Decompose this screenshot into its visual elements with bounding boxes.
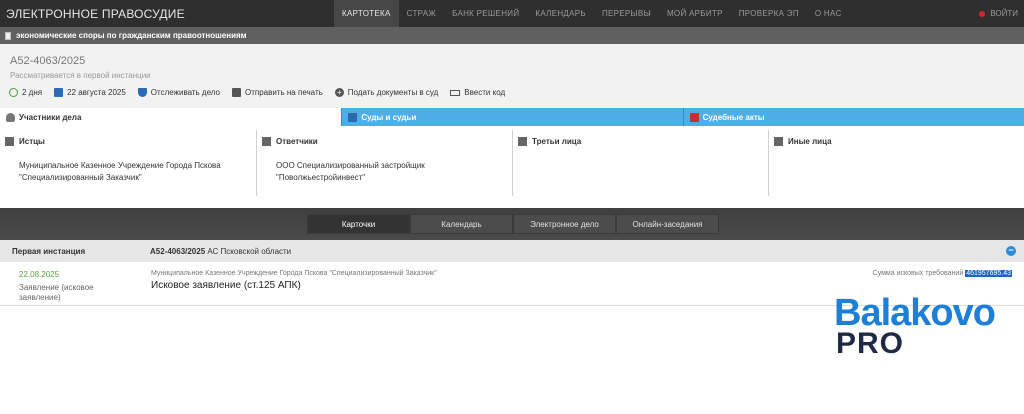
defendants-column: Ответчики ООО Специализированный застрой… bbox=[256, 130, 512, 196]
login-link[interactable]: ВОЙТИ bbox=[979, 0, 1018, 27]
document-icon bbox=[5, 31, 11, 40]
tab-participants-label: Участники дела bbox=[19, 112, 82, 122]
printer-icon bbox=[232, 88, 241, 97]
other-parties-heading: Иные лица bbox=[774, 137, 832, 146]
tab-acts-label: Судебные акты bbox=[702, 112, 765, 122]
plaintiff-name[interactable]: Муниципальное Казенное Учреждение Города… bbox=[19, 160, 244, 184]
nav-strazh[interactable]: СТРАЖ bbox=[399, 0, 444, 27]
tab-participants[interactable]: Участники дела bbox=[0, 108, 342, 126]
days-label: 2 дня bbox=[22, 88, 43, 97]
claim-sum: Сумма исковых требований 461957695.43 bbox=[873, 270, 1012, 277]
nav-signature-check[interactable]: ПРОВЕРКА ЭП bbox=[731, 0, 807, 27]
watermark-bottom: PRO bbox=[836, 327, 905, 360]
calendar-icon bbox=[54, 88, 64, 97]
keyboard-icon bbox=[450, 89, 461, 96]
category-label: экономические споры по гражданским право… bbox=[16, 31, 247, 40]
case-actions: 2 дня 22 августа 2025 Отслеживать дело О… bbox=[9, 88, 517, 97]
print-button[interactable]: Отправить на печать bbox=[232, 88, 323, 97]
document-pdf-icon bbox=[689, 112, 699, 122]
instance-court: АС Псковской области bbox=[207, 247, 292, 256]
top-nav: ЭЛЕКТРОННОЕ ПРАВОСУДИЕ КАРТОТЕКА СТРАЖ Б… bbox=[0, 0, 1024, 27]
defendants-label: Ответчики bbox=[276, 137, 318, 146]
nav-breaks[interactable]: ПЕРЕРЫВЫ bbox=[594, 0, 659, 27]
nav-calendar[interactable]: КАЛЕНДАРЬ bbox=[527, 0, 594, 27]
plaintiffs-label: Истцы bbox=[19, 137, 45, 146]
entry-party: Муниципальное Казенное Учреждение Города… bbox=[151, 270, 437, 277]
plus-icon: + bbox=[334, 88, 344, 97]
tab-electronic-case[interactable]: Электронное дело bbox=[513, 214, 616, 234]
collapse-icon[interactable]: − bbox=[1006, 246, 1016, 256]
enter-code-button[interactable]: Ввести код bbox=[450, 88, 505, 97]
instance-header[interactable]: Первая инстанция А52-4063/2025 АС Псковс… bbox=[0, 240, 1024, 262]
view-tabs: Карточки Календарь Электронное дело Онла… bbox=[307, 214, 719, 234]
nav-my-arbiter[interactable]: МОЙ АРБИТР bbox=[659, 0, 731, 27]
login-label: ВОЙТИ bbox=[990, 9, 1018, 18]
enter-code-label: Ввести код bbox=[464, 88, 506, 97]
submit-documents-button[interactable]: + Подать документы в суд bbox=[334, 88, 439, 97]
third-parties-column: Третьи лица bbox=[512, 130, 768, 196]
defendants-heading: Ответчики bbox=[262, 137, 318, 146]
case-date: 22 августа 2025 bbox=[54, 88, 126, 97]
instance-case-number: А52-4063/2025 bbox=[150, 247, 206, 256]
claim-sum-label: Сумма исковых требований bbox=[872, 270, 964, 277]
login-dot-icon bbox=[979, 10, 986, 17]
brand-logo[interactable]: ЭЛЕКТРОННОЕ ПРАВОСУДИЕ bbox=[0, 7, 334, 21]
swords-icon bbox=[5, 137, 14, 146]
third-parties-label: Третьи лица bbox=[532, 137, 582, 146]
shield-icon bbox=[262, 137, 271, 146]
submit-documents-label: Подать документы в суд bbox=[347, 88, 439, 97]
entry-title[interactable]: Исковое заявление (ст.125 АПК) bbox=[151, 280, 301, 291]
court-icon bbox=[348, 112, 358, 122]
shield-icon bbox=[137, 88, 147, 97]
tab-calendar[interactable]: Календарь bbox=[410, 214, 513, 234]
other-parties-label: Иные лица bbox=[788, 137, 832, 146]
case-date-label: 22 августа 2025 bbox=[67, 88, 126, 97]
track-case-label: Отслеживать дело bbox=[150, 88, 220, 97]
tab-courts-judges[interactable]: Суды и судьи bbox=[341, 108, 683, 126]
instance-title: Первая инстанция bbox=[12, 247, 86, 256]
tab-courts-label: Суды и судьи bbox=[361, 112, 417, 122]
entry-type: Заявление (исковое заявление) bbox=[19, 283, 94, 302]
plaintiffs-column: Истцы Муниципальное Казенное Учреждение … bbox=[0, 130, 256, 196]
tab-cards[interactable]: Карточки bbox=[307, 214, 410, 234]
defendant-name[interactable]: ООО Специализированный застройщик "Повол… bbox=[276, 160, 501, 184]
person-icon bbox=[774, 137, 783, 146]
participants-panel: Истцы Муниципальное Казенное Учреждение … bbox=[0, 130, 1024, 202]
tab-online-hearings[interactable]: Онлайн-заседания bbox=[616, 214, 719, 234]
tab-judicial-acts[interactable]: Судебные акты bbox=[682, 108, 1024, 126]
building-icon bbox=[518, 137, 527, 146]
cards-toolbar: Карточки Календарь Электронное дело Онла… bbox=[0, 208, 1024, 240]
case-number: А52-4063/2025 bbox=[10, 55, 86, 67]
case-stage: Рассматривается в первой инстанции bbox=[10, 71, 151, 80]
nav-about[interactable]: О НАС bbox=[807, 0, 850, 27]
entry-date: 22.08.2025 bbox=[19, 270, 60, 279]
main-nav: КАРТОТЕКА СТРАЖ БАНК РЕШЕНИЙ КАЛЕНДАРЬ П… bbox=[334, 0, 850, 27]
case-header: А52-4063/2025 Рассматривается в первой и… bbox=[0, 44, 1024, 108]
track-case-button[interactable]: Отслеживать дело bbox=[137, 88, 220, 97]
third-parties-heading: Третьи лица bbox=[518, 137, 581, 146]
nav-kartoteka[interactable]: КАРТОТЕКА bbox=[334, 0, 399, 27]
watermark-logo: Balakovo PRO bbox=[834, 293, 996, 363]
other-parties-column: Иные лица bbox=[768, 130, 1024, 196]
case-tabs: Участники дела Суды и судьи Судебные акт… bbox=[0, 108, 1024, 126]
plaintiffs-heading: Истцы bbox=[5, 137, 45, 146]
clock-icon bbox=[9, 88, 18, 97]
nav-bank-resheniy[interactable]: БАНК РЕШЕНИЙ bbox=[444, 0, 527, 27]
claim-sum-value[interactable]: 461957695.43 bbox=[965, 270, 1012, 277]
days-counter: 2 дня bbox=[9, 88, 42, 97]
print-label: Отправить на печать bbox=[245, 88, 323, 97]
person-icon bbox=[6, 112, 15, 122]
category-bar: экономические споры по гражданским право… bbox=[0, 27, 1024, 44]
instance-case: А52-4063/2025 АС Псковской области bbox=[150, 247, 291, 256]
